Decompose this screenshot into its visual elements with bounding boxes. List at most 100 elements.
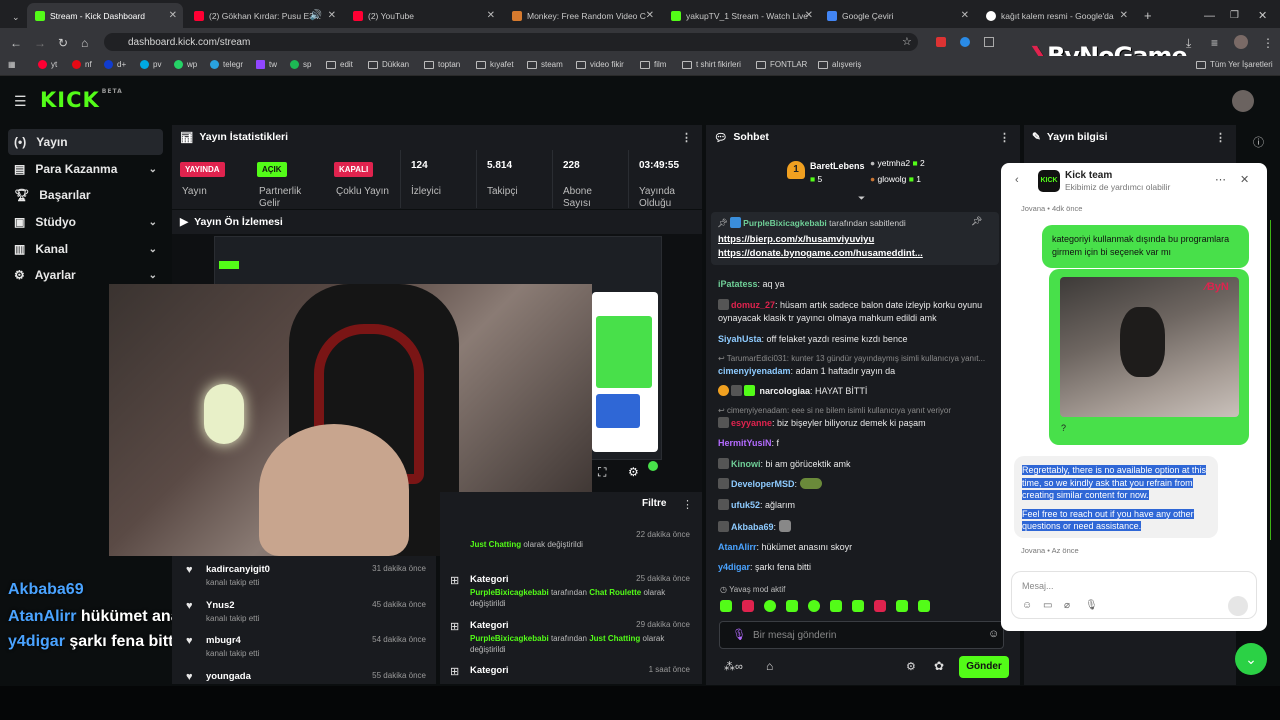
bookmark-tw[interactable]: tw (256, 60, 277, 69)
reload-icon[interactable]: ↻ (58, 36, 68, 50)
home-icon[interactable]: ⌂ (81, 36, 88, 50)
side-scrollbar[interactable] (1266, 220, 1271, 540)
apps-icon[interactable]: ▦ (8, 60, 16, 69)
attach-icon[interactable]: ⌀ (1064, 600, 1070, 611)
hamburger-menu-icon[interactable]: ☰ (14, 93, 27, 110)
chat-username[interactable]: narcologiaa (760, 386, 811, 396)
bookmark-tshirt[interactable]: t shirt fikirleri (682, 60, 741, 69)
close-tab-icon[interactable]: ✕ (1120, 10, 1128, 21)
gif-icon[interactable]: ▭ (1043, 600, 1052, 611)
bookmark-edit[interactable]: edit (326, 60, 353, 69)
sidebar-item-yayin[interactable]: (•) Yayın (8, 129, 163, 155)
bookmark-toptan[interactable]: toptan (424, 60, 460, 69)
tab-monkey[interactable]: Monkey: Free Random Video C ✕ (504, 3, 660, 28)
bookmark-video-fikir[interactable]: video fikir (576, 60, 624, 69)
all-bookmarks[interactable]: Tüm Yer İşaretleri (1196, 60, 1273, 69)
expand-chevron-icon[interactable]: ⏷ (858, 193, 865, 204)
bookmark-kiyafet[interactable]: kıyafet (476, 60, 514, 69)
tab-google-images[interactable]: kağıt kalem resmi - Google'da ✕ (978, 3, 1134, 28)
bookmark-pv[interactable]: pv (140, 60, 161, 69)
download-icon[interactable]: ⤓ (1186, 36, 1191, 51)
gear-icon[interactable]: ⚙ (906, 660, 916, 673)
close-tab-icon[interactable]: ✕ (328, 10, 336, 21)
store-icon[interactable]: ⌂ (766, 659, 773, 673)
infinity-icon[interactable]: ⁂∞ (724, 660, 743, 673)
chat-username[interactable]: DeveloperMSD (731, 479, 795, 489)
new-tab-button[interactable]: + (1136, 3, 1160, 28)
tab-yakuptv[interactable]: yakupTV_1 Stream - Watch Live ✕ (663, 3, 819, 28)
bookmark-star-icon[interactable]: ☆ (902, 35, 912, 48)
close-tab-icon[interactable]: ✕ (487, 10, 495, 21)
chat-username[interactable]: Akbaba69 (731, 522, 774, 532)
support-message-input[interactable]: Mesaj... ☺ ▭ ⌀ 🎙︎ (1011, 571, 1257, 619)
sidebar-item-para-kazanma[interactable]: ▤ Para Kazanma ⌄ (8, 156, 163, 182)
close-icon[interactable]: ✕ (1240, 173, 1249, 186)
emote-icon[interactable] (896, 600, 908, 612)
support-launcher-button[interactable]: ⌄ (1235, 643, 1267, 675)
emote-icon[interactable] (808, 600, 820, 612)
emote-icon[interactable] (852, 600, 864, 612)
back-arrow-icon[interactable]: ‹ (1015, 174, 1019, 186)
address-bar[interactable]: dashboard.kick.com/stream (104, 33, 918, 51)
chat-username[interactable]: esyyanne (731, 418, 772, 428)
extension-icon[interactable] (960, 37, 970, 47)
sidebar-item-studyo[interactable]: ▣ Stüdyo ⌄ (8, 209, 163, 235)
profile-avatar[interactable] (1234, 35, 1248, 49)
tab-search-button[interactable]: ⌄ (4, 5, 22, 30)
back-icon[interactable]: ← (10, 36, 22, 50)
bookmark-sp[interactable]: sp (290, 60, 311, 69)
emote-icon[interactable] (918, 600, 930, 612)
bookmark-fontlar[interactable]: FONTLAR (756, 60, 807, 69)
bookmark-yt[interactable]: yt (38, 60, 57, 69)
more-options-icon[interactable]: ⋯ (1215, 173, 1226, 186)
info-icon[interactable]: ⓘ (1253, 134, 1264, 150)
send-message-button[interactable] (1228, 596, 1248, 616)
bookmark-alisveris[interactable]: alışveriş (818, 60, 861, 69)
chat-username[interactable]: iPatatess (718, 279, 758, 289)
sidebar-item-kanal[interactable]: ▥ Kanal ⌄ (8, 236, 163, 262)
close-window-button[interactable]: ✕ (1250, 3, 1275, 28)
chat-username[interactable]: domuz_27 (731, 300, 775, 310)
unpin-icon[interactable]: 📌︎ (971, 216, 982, 227)
chat-username[interactable]: SiyahUsta (718, 334, 762, 344)
bookmark-steam[interactable]: steam (527, 60, 563, 69)
more-options-icon[interactable]: ⋮ (999, 131, 1010, 144)
tab-youtube[interactable]: (2) YouTube ✕ (345, 3, 501, 28)
emote-icon[interactable] (830, 600, 842, 612)
tab-google-translate[interactable]: Google Çeviri ✕ (819, 3, 975, 28)
tab-kick-dashboard[interactable]: Stream - Kick Dashboard ✕ (27, 3, 183, 28)
close-tab-icon[interactable]: ✕ (961, 10, 969, 21)
chat-input[interactable]: 🎙︎ Bir mesaj gönderin ☺ (719, 621, 1004, 649)
bookmark-dukkan[interactable]: Dükkan (368, 60, 409, 69)
emote-icon[interactable] (764, 600, 776, 612)
media-icon[interactable]: ≡ (1211, 36, 1218, 50)
emote-icon[interactable] (720, 600, 732, 612)
close-tab-icon[interactable]: ✕ (169, 10, 177, 21)
bookmark-wp[interactable]: wp (174, 60, 197, 69)
close-tab-icon[interactable]: ✕ (646, 10, 654, 21)
emote-icon[interactable] (786, 600, 798, 612)
close-tab-icon[interactable]: ✕ (805, 10, 813, 21)
microphone-icon[interactable]: 🎙︎ (1085, 600, 1098, 611)
tab-youtube-video[interactable]: (2) Gökhan Kırdar: Pusu E3... 🔊 ✕ (186, 3, 342, 28)
menu-icon[interactable]: ⋮ (1262, 36, 1274, 50)
more-options-icon[interactable]: ⋮ (1215, 131, 1226, 144)
maximize-window-button[interactable]: ❐ (1222, 3, 1247, 28)
microphone-icon[interactable]: 🎙︎ (732, 628, 746, 641)
bookmark-telegr[interactable]: telegr (210, 60, 243, 69)
filter-button[interactable]: Filtre (642, 498, 666, 509)
chat-username[interactable]: ufuk52 (731, 500, 760, 510)
pinned-link[interactable]: https://bierp.com/x/husamviyuviyu (718, 234, 874, 245)
emoji-icon[interactable]: ☺ (1022, 600, 1032, 611)
minimize-window-button[interactable]: — (1196, 3, 1223, 28)
emote-icon[interactable] (874, 600, 886, 612)
bookmark-dplus[interactable]: d+ (104, 60, 126, 69)
bookmark-nf[interactable]: nf (72, 60, 92, 69)
chat-username[interactable]: y4digar (718, 562, 750, 572)
more-options-icon[interactable]: ⋮ (682, 498, 693, 511)
user-avatar[interactable] (1232, 90, 1254, 112)
fullscreen-icon[interactable]: ⛶ (598, 465, 606, 480)
chat-username[interactable]: AtanAlirr (718, 542, 757, 552)
chat-username[interactable]: HermitYusiN (718, 438, 772, 448)
forward-icon[interactable]: → (34, 36, 46, 50)
